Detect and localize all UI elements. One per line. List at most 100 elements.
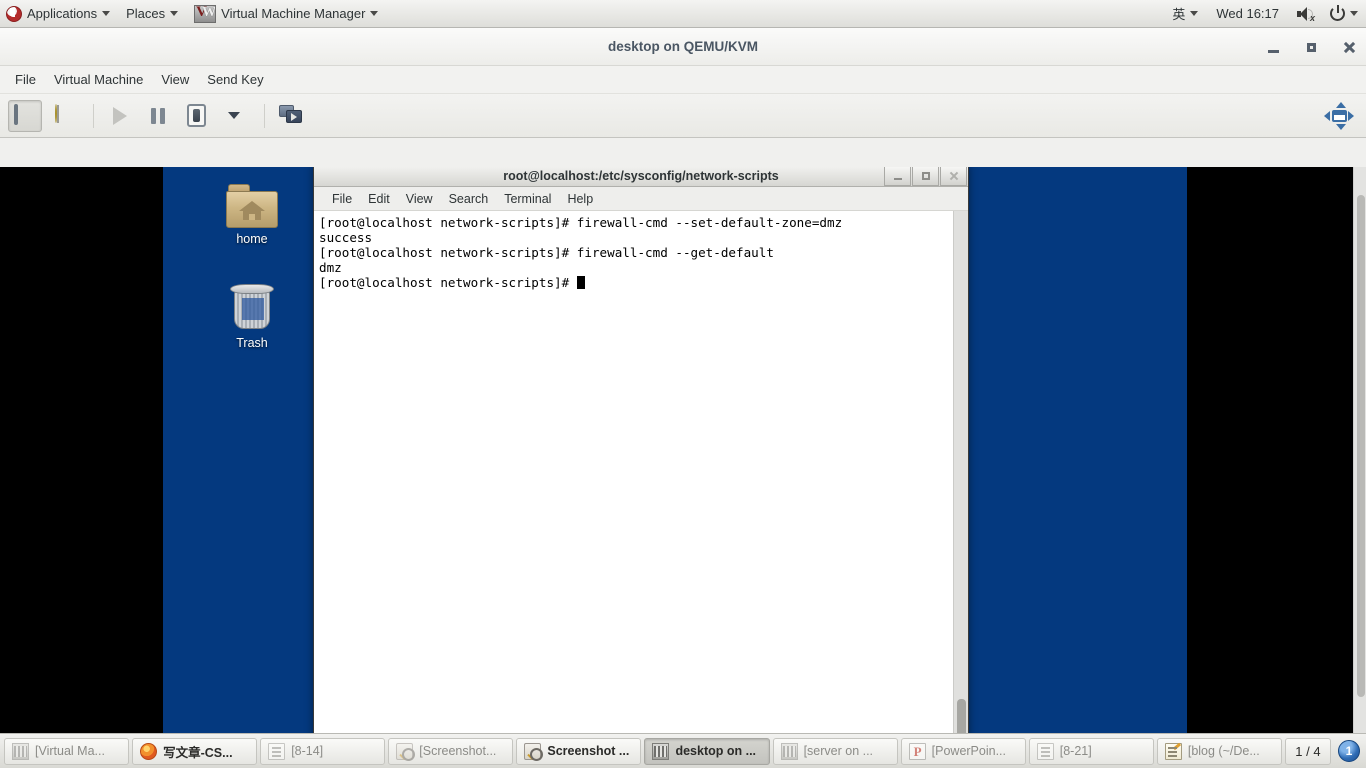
terminal-maximize-button[interactable] — [912, 167, 939, 186]
volume-indicator[interactable]: x — [1289, 0, 1322, 28]
pause-button[interactable] — [141, 100, 175, 132]
vmm-menubar: File Virtual Machine View Send Key — [0, 66, 1366, 94]
taskbar-item-firefox[interactable]: 写文章-CS... — [132, 737, 258, 765]
taskbar-item-label: 写文章-CS... — [163, 745, 233, 760]
vmm-menu-label: Virtual Machine Manager — [221, 6, 366, 21]
terminal-window-controls — [884, 167, 967, 186]
virtual-machine-manager-menu[interactable]: Virtual Machine Manager — [186, 0, 386, 28]
terminal-menu-search[interactable]: Search — [441, 189, 497, 209]
terminal-line: dmz — [319, 260, 342, 275]
vm-console-viewport[interactable]: home Trash root@localhost:/etc/sysconfig… — [0, 167, 1353, 761]
terminal-line: success — [319, 230, 373, 245]
taskbar-item-powerpoint[interactable]: [PowerPoin... — [900, 737, 1026, 765]
screenshot-icon — [524, 742, 544, 761]
trash-icon — [230, 284, 274, 332]
terminal-cursor — [576, 276, 585, 289]
desktop-icon-trash[interactable]: Trash — [209, 284, 295, 350]
desktop-icon-label: home — [236, 232, 268, 246]
menu-file[interactable]: File — [6, 68, 45, 91]
lightbulb-icon — [55, 103, 71, 127]
terminal-prompt: [root@localhost network-scripts]# — [319, 275, 577, 290]
vmm-titlebar: desktop on QEMU/KVM — [0, 28, 1366, 66]
terminal-line: [root@localhost network-scripts]# firewa… — [319, 245, 774, 260]
vmm-window-title: desktop on QEMU/KVM — [607, 39, 758, 54]
taskbar-item-label: [Virtual Ma... — [35, 744, 105, 758]
terminal-menu-edit[interactable]: Edit — [360, 189, 398, 209]
terminal-titlebar: root@localhost:/etc/sysconfig/network-sc… — [314, 167, 968, 187]
home-folder-icon — [226, 184, 278, 228]
taskbar-item-screenshot-2[interactable]: Screenshot ... — [516, 737, 642, 765]
desktop-icon-label: Trash — [236, 336, 268, 350]
taskbar-item-desktop-vm[interactable]: desktop on ... — [644, 737, 770, 765]
chevron-down-icon — [370, 11, 379, 16]
input-method-label: 英 — [1172, 7, 1186, 22]
taskbar-item-server-vm[interactable]: [server on ... — [772, 737, 898, 765]
taskbar-item-label: [blog (~/De... — [1187, 744, 1260, 758]
terminal-menu-view[interactable]: View — [398, 189, 441, 209]
vm-viewport-scrollbar-thumb[interactable] — [1357, 195, 1365, 697]
taskbar-item-label: [Screenshot... — [419, 744, 497, 758]
toolbar-separator — [264, 103, 265, 128]
input-method-indicator[interactable]: 英 — [1166, 0, 1206, 28]
virt-manager-window: desktop on QEMU/KVM File Virtual Machine… — [0, 28, 1366, 761]
vm-viewport-scrollbar[interactable] — [1353, 167, 1366, 761]
taskbar-item-virtual-machine-manager[interactable]: [Virtual Ma... — [4, 737, 130, 765]
monitor-icon — [14, 104, 36, 125]
vmm-window-controls — [1264, 28, 1358, 66]
menu-virtual-machine[interactable]: Virtual Machine — [45, 68, 152, 91]
taskbar-item-label: [PowerPoin... — [931, 744, 1006, 758]
clock[interactable]: Wed 16:17 — [1206, 6, 1289, 21]
terminal-window[interactable]: root@localhost:/etc/sysconfig/network-sc… — [313, 167, 969, 761]
places-menu[interactable]: Places — [118, 0, 186, 28]
system-menu[interactable] — [1322, 0, 1366, 28]
vmm-window-icon — [780, 742, 798, 760]
gnome-top-panel: Applications Places Virtual Machine Mana… — [0, 0, 1366, 28]
vmm-minimize-button[interactable] — [1264, 38, 1282, 56]
taskbar-item-8-14[interactable]: [8-14] — [260, 737, 386, 765]
menu-send-key[interactable]: Send Key — [198, 68, 272, 91]
speaker-muted-icon: x — [1297, 6, 1315, 22]
show-console-button[interactable] — [8, 99, 42, 132]
toolbar-separator — [93, 103, 94, 128]
terminal-line: [root@localhost network-scripts]# firewa… — [319, 215, 843, 230]
terminal-output[interactable]: [root@localhost network-scripts]# firewa… — [314, 211, 953, 760]
vmm-close-button[interactable] — [1340, 38, 1358, 56]
shutdown-icon — [186, 104, 206, 127]
document-icon — [268, 742, 286, 760]
terminal-body[interactable]: [root@localhost network-scripts]# firewa… — [314, 211, 968, 760]
notepad-icon — [1164, 742, 1182, 760]
shutdown-button[interactable] — [179, 100, 213, 132]
pause-icon — [151, 107, 165, 124]
vmm-toolbar — [0, 94, 1366, 138]
places-menu-label: Places — [126, 6, 166, 21]
applications-menu[interactable]: Applications — [0, 0, 118, 28]
power-icon — [1330, 5, 1345, 21]
window-list-taskbar: [Virtual Ma... 写文章-CS... [8-14] [Screens… — [0, 733, 1366, 768]
screenshot-icon — [396, 742, 416, 761]
taskbar-item-blog[interactable]: [blog (~/De... — [1156, 737, 1282, 765]
taskbar-item-8-21[interactable]: [8-21] — [1028, 737, 1154, 765]
guest-desktop[interactable]: home Trash root@localhost:/etc/sysconfig… — [163, 167, 1187, 761]
snapshots-button[interactable] — [274, 100, 308, 132]
workspace-switcher[interactable]: 1 / 4 — [1284, 737, 1331, 765]
document-icon — [1036, 742, 1054, 760]
desktop-icon-home[interactable]: home — [209, 184, 295, 246]
terminal-menu-help[interactable]: Help — [559, 189, 601, 209]
resize-to-vm-button[interactable] — [1324, 101, 1354, 130]
taskbar-item-label: [server on ... — [803, 744, 874, 758]
taskbar-item-label: desktop on ... — [675, 744, 757, 758]
terminal-close-button[interactable] — [940, 167, 967, 186]
notification-badge[interactable]: 1 — [1337, 740, 1360, 762]
chevron-down-icon — [1350, 11, 1358, 16]
terminal-menu-terminal[interactable]: Terminal — [496, 189, 559, 209]
shutdown-menu-button[interactable] — [217, 100, 251, 132]
menu-view[interactable]: View — [152, 68, 198, 91]
vmm-maximize-button[interactable] — [1302, 38, 1320, 56]
run-button[interactable] — [103, 100, 137, 132]
show-details-button[interactable] — [46, 100, 80, 132]
play-icon — [113, 106, 127, 125]
terminal-minimize-button[interactable] — [884, 167, 911, 186]
taskbar-item-screenshot-1[interactable]: [Screenshot... — [388, 737, 514, 765]
terminal-scrollbar[interactable] — [953, 211, 968, 760]
terminal-menu-file[interactable]: File — [324, 189, 360, 209]
